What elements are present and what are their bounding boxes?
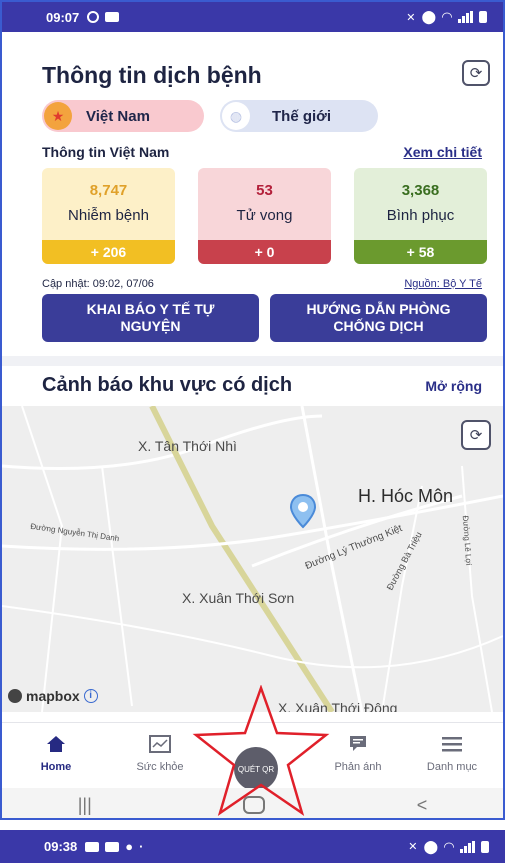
back-icon[interactable]: < [417, 795, 428, 816]
info-icon[interactable]: i [83, 689, 98, 703]
alarm-icon [87, 11, 100, 23]
home-icon [16, 733, 96, 755]
refresh-icon: ⟳ [469, 65, 483, 82]
infected-delta: + 206 [42, 240, 175, 264]
chat-icon [105, 841, 120, 852]
recent-apps-icon[interactable]: ||| [78, 795, 92, 816]
nav-report-label: Phản ánh [334, 761, 382, 773]
signal-icon [458, 11, 473, 23]
feedback-icon [318, 733, 398, 755]
nav-health[interactable]: Sức khỏe [120, 733, 200, 773]
health-declaration-button[interactable]: KHAI BÁO Y TẾ TỰ NGUYỆN [42, 294, 259, 342]
nav-home[interactable]: Home [16, 733, 96, 773]
section-divider [2, 356, 503, 366]
menu-icon [412, 733, 492, 755]
infected-count: 8,747 [89, 182, 128, 199]
nav-menu[interactable]: Danh mục [412, 733, 492, 773]
outbreak-map[interactable]: X. Tân Thới Nhì H. Hóc Môn X. Xuân Thới … [2, 406, 503, 712]
dot-icon: · [139, 839, 144, 854]
globe-icon: ◍ [222, 102, 250, 130]
nfc-icon: ✕ [406, 11, 416, 24]
mapbox-attribution: mapbox i [8, 688, 98, 704]
map-label-tan-thoi-nhi: X. Tân Thới Nhì [138, 438, 237, 454]
status-bar: 09:07 ✕ ⬤ ◠ [2, 2, 503, 32]
map-label-xuan-thoi-son: X. Xuân Thới Sơn [182, 590, 295, 606]
signal-icon [460, 840, 475, 853]
nfc-icon: ✕ [408, 841, 418, 853]
map-refresh-button[interactable]: ⟳ [461, 420, 491, 450]
status-time-secondary: 09:38 [44, 839, 78, 854]
status-time: 09:07 [46, 9, 80, 25]
mapbox-label: mapbox [26, 688, 80, 704]
prevention-guide-button[interactable]: HƯỚNG DẪN PHÒNG CHỐNG DỊCH [270, 294, 487, 342]
source-link[interactable]: Nguồn: Bộ Y Tế [404, 278, 482, 290]
stat-card-recovered: 3,368 Bình phục + 58 [354, 168, 487, 264]
vietnam-flag-icon: ★ [44, 102, 72, 130]
battery-icon [479, 11, 487, 23]
message-icon [105, 12, 120, 22]
nav-health-label: Sức khỏe [136, 761, 184, 773]
health-declaration-label: KHAI BÁO Y TẾ TỰ NGUYỆN [86, 301, 215, 334]
map-roads [2, 406, 503, 712]
refresh-button[interactable]: ⟳ [462, 60, 490, 86]
stat-card-infected: 8,747 Nhiễm bệnh + 206 [42, 168, 175, 264]
tab-world-label: Thế giới [272, 107, 331, 125]
infected-label: Nhiễm bệnh [68, 207, 149, 224]
deaths-delta: + 0 [198, 240, 331, 264]
alert-title: Cảnh báo khu vực có dịch [42, 374, 293, 396]
deaths-count: 53 [256, 182, 273, 199]
updated-time: Cập nhật: 09:02, 07/06 [42, 278, 154, 290]
app-screen: 09:07 ✕ ⬤ ◠ Thông tin dịch bệnh ⟳ ★ Việt… [0, 0, 505, 820]
mail-icon [85, 841, 100, 852]
nav-menu-label: Danh mục [426, 761, 478, 773]
refresh-icon: ⟳ [469, 427, 483, 444]
tab-world[interactable]: ◍ Thế giới [220, 100, 378, 132]
page-title: Thông tin dịch bệnh [42, 61, 262, 88]
nav-home-label: Home [40, 761, 72, 773]
facebook-icon: ● [125, 839, 134, 854]
health-chart-icon [120, 733, 200, 755]
location-icon: ⬤ [421, 9, 436, 24]
mapbox-logo-icon [8, 689, 22, 703]
wifi-icon: ◠ [442, 9, 452, 24]
recovered-count: 3,368 [401, 182, 440, 199]
star-annotation-icon [192, 685, 330, 817]
tab-vietnam-label: Việt Nam [86, 107, 150, 125]
expand-link[interactable]: Mở rộng [425, 378, 482, 394]
map-label-hoc-mon: H. Hóc Môn [358, 486, 454, 506]
wifi-icon: ◠ [444, 838, 454, 854]
section-title: Thông tin Việt Nam [42, 144, 170, 160]
recovered-delta: + 58 [354, 240, 487, 264]
view-detail-link[interactable]: Xem chi tiết [403, 144, 482, 160]
nav-report[interactable]: Phản ánh [318, 733, 398, 773]
location-icon: ⬤ [423, 838, 438, 854]
stat-card-deaths: 53 Tử vong + 0 [198, 168, 331, 264]
recovered-label: Bình phục [386, 207, 455, 224]
location-pin-icon[interactable] [289, 493, 317, 529]
tab-vietnam[interactable]: ★ Việt Nam [42, 100, 204, 132]
prevention-guide-label: HƯỚNG DẪN PHÒNG CHỐNG DỊCH [306, 301, 451, 334]
battery-icon [481, 840, 489, 853]
status-bar-secondary: 09:38 ● · ✕ ⬤ ◠ [0, 830, 505, 863]
deaths-label: Tử vong [236, 207, 293, 224]
